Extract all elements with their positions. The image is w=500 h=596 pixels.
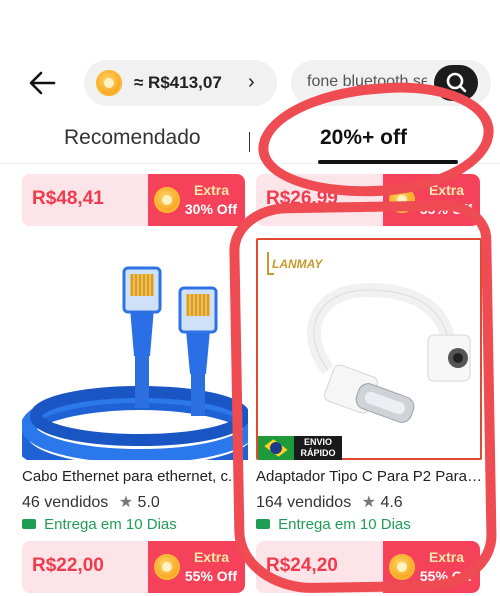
back-arrow-icon[interactable] [26, 66, 60, 100]
extra-discount-tag: Extra 30% Off [148, 174, 245, 226]
product-price: R$22,00 [32, 555, 104, 576]
price-bar[interactable]: R$26,99 Extra 55% Off [256, 174, 480, 226]
top-bar: ≈ R$413,07 › fone bluetooth se... [0, 52, 500, 112]
sold-count: 164 vendidos [256, 494, 352, 511]
product-title[interactable]: Adaptador Tipo C Para P2 Para ... [256, 468, 482, 485]
coins-amount: ≈ R$413,07 [134, 73, 222, 92]
extra-discount-tag: Extra 55% Off [383, 541, 480, 593]
product-image[interactable]: LANMAY ENVIO RÁPIDO [256, 238, 482, 460]
badge-line1: ENVIO [303, 437, 332, 447]
tab-bar: Recomendado 20%+ off [0, 120, 500, 164]
delivery-info: Entrega em 10 Dias [256, 516, 411, 533]
tab-divider [249, 132, 250, 152]
coin-icon [154, 554, 180, 580]
rating: 4.6 [380, 494, 403, 511]
price-bar[interactable]: R$22,00 Extra 55% Off [22, 541, 245, 593]
product-price: R$24,20 [266, 555, 338, 576]
extra-discount-tag: Extra 55% Off [383, 174, 480, 226]
tab-discount[interactable]: 20%+ off [320, 126, 407, 150]
extra-percent: 30% Off [184, 201, 237, 217]
active-tab-indicator [318, 160, 458, 164]
extra-label: Extra [428, 182, 464, 198]
product-title[interactable]: Cabo Ethernet para ethernet, c... [22, 468, 248, 485]
coin-icon [96, 70, 122, 96]
product-image[interactable] [12, 238, 268, 482]
extra-percent: 55% Off [419, 201, 472, 217]
extra-label: Extra [193, 182, 229, 198]
extra-percent: 55% Off [184, 568, 237, 584]
extra-label: Extra [428, 549, 464, 565]
search-button[interactable] [434, 65, 478, 101]
truck-icon [22, 519, 36, 529]
product-price: R$48,41 [32, 188, 104, 209]
badge-line2: RÁPIDO [300, 448, 336, 458]
search-bar[interactable]: fone bluetooth se... [291, 60, 491, 106]
brand-logo: LANMAY [272, 257, 323, 271]
fast-shipping-badge: ENVIO RÁPIDO [258, 436, 342, 460]
delivery-text: Entrega em 10 Dias [278, 516, 411, 533]
price-bar[interactable]: R$24,20 Extra 55% Off [256, 541, 480, 593]
truck-icon [256, 519, 270, 529]
coin-icon [154, 187, 180, 213]
product-card[interactable]: Cabo Ethernet para ethernet, c... 46 ven… [12, 238, 268, 538]
tab-recomendado[interactable]: Recomendado [64, 126, 201, 150]
chevron-right-icon: › [248, 71, 255, 93]
rating: 5.0 [137, 494, 160, 511]
product-stats: 164 vendidos ★ 4.6 [256, 492, 403, 512]
extra-discount-tag: Extra 55% Off [148, 541, 245, 593]
product-stats: 46 vendidos ★ 5.0 [22, 492, 160, 512]
coins-balance-button[interactable]: ≈ R$413,07 › [84, 60, 277, 106]
search-input[interactable]: fone bluetooth se... [307, 73, 427, 91]
fast-shipping-label: ENVIO RÁPIDO [294, 436, 342, 460]
delivery-info: Entrega em 10 Dias [22, 516, 177, 533]
search-icon [446, 72, 467, 93]
star-icon: ★ [361, 494, 376, 511]
extra-label: Extra [193, 549, 229, 565]
price-bar[interactable]: R$48,41 Extra 30% Off [22, 174, 245, 226]
brazil-flag-icon [258, 436, 294, 460]
product-price: R$26,99 [266, 188, 338, 209]
coin-icon [389, 554, 415, 580]
star-icon: ★ [118, 494, 134, 511]
extra-percent: 55% Off [419, 568, 472, 584]
product-card[interactable]: LANMAY ENVIO RÁPIDO Adaptador Tipo C Par… [256, 238, 482, 538]
delivery-text: Entrega em 10 Dias [44, 516, 177, 533]
coin-icon [389, 187, 415, 213]
sold-count: 46 vendidos [22, 494, 109, 511]
